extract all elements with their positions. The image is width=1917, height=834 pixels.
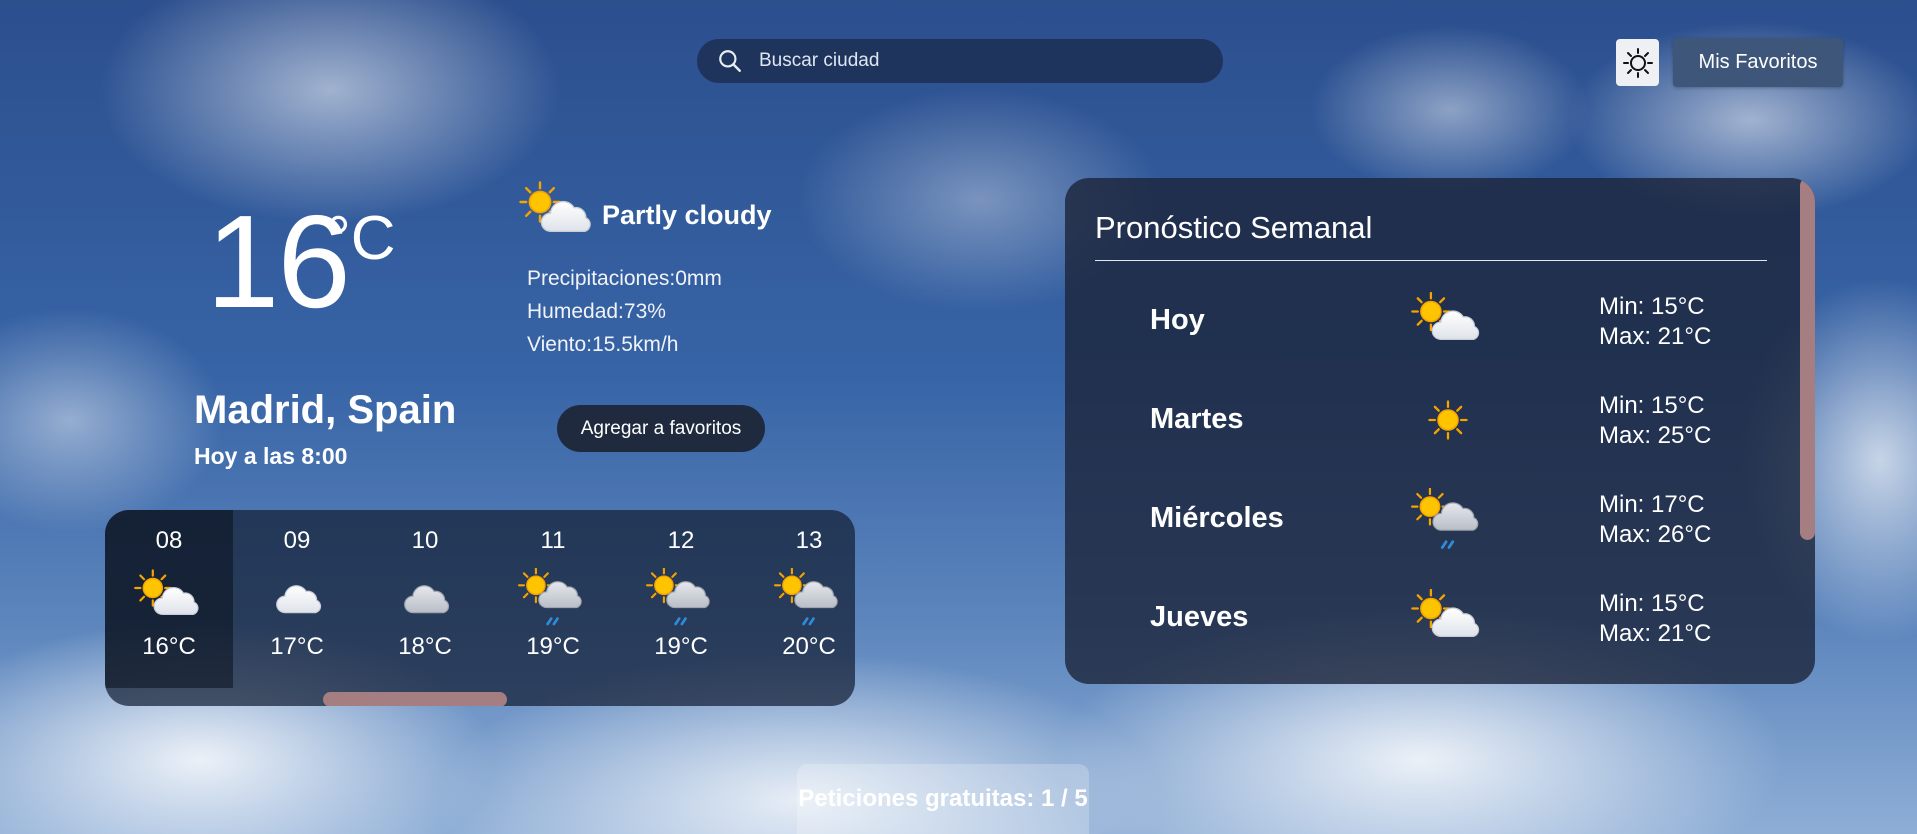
weekly-title: Pronóstico Semanal xyxy=(1095,210,1373,245)
day-min-max: Min: 15°C Max: 21°C xyxy=(1599,292,1711,352)
sun-icon xyxy=(1410,389,1486,456)
weekly-scrollbar-thumb[interactable] xyxy=(1800,178,1815,540)
search-icon xyxy=(719,50,741,72)
day-name: Martes xyxy=(1150,403,1244,435)
day-name: Miércoles xyxy=(1150,502,1284,534)
city-name: Madrid, Spain xyxy=(194,388,457,432)
hourly-item[interactable]: 10 18°C xyxy=(361,510,489,688)
patchy-rain-icon xyxy=(1410,487,1486,555)
add-favorite-button[interactable]: Agregar a favoritos xyxy=(557,405,765,452)
search-bar[interactable] xyxy=(697,39,1223,83)
day-min-max: Min: 15°C Max: 21°C xyxy=(1599,589,1711,649)
theme-toggle-button[interactable] xyxy=(1616,39,1659,86)
weekly-forecast[interactable]: Pronóstico Semanal Hoy Min: 15°C Max: 21°C… xyxy=(1065,178,1815,684)
hour-temperature: 19°C xyxy=(526,633,580,660)
day-name: Jueves xyxy=(1150,601,1249,633)
day-min: Min: 15°C xyxy=(1599,392,1705,419)
day-max: Max: 26°C xyxy=(1599,521,1712,548)
hour-label: 10 xyxy=(411,527,439,554)
partly-cloudy-icon xyxy=(518,180,598,249)
favorites-button[interactable]: Mis Favoritos xyxy=(1673,38,1843,87)
hour-temperature: 16°C xyxy=(142,633,196,660)
partly-cloudy-icon xyxy=(133,565,205,629)
day-min-max: Min: 17°C Max: 26°C xyxy=(1599,490,1711,550)
search-input[interactable] xyxy=(757,49,1181,73)
weekly-scrollbar[interactable] xyxy=(1800,178,1815,684)
hourly-item[interactable]: 12 19°C xyxy=(617,510,745,688)
cloud-icon xyxy=(261,565,333,629)
hour-label: 09 xyxy=(283,527,311,554)
day-row[interactable]: Hoy Min: 15°C Max: 21°C xyxy=(1065,278,1785,368)
hour-label: 12 xyxy=(667,527,695,554)
day-row[interactable]: Martes Min: 15°C Max: 25°C xyxy=(1065,377,1785,467)
day-min-max: Min: 15°C Max: 25°C xyxy=(1599,391,1711,451)
day-row[interactable]: Jueves Min: 15°C Max: 21°C xyxy=(1065,575,1785,665)
hourly-scrollbar[interactable] xyxy=(105,692,855,706)
hourly-item[interactable]: 08 16°C xyxy=(105,510,233,688)
hour-temperature: 17°C xyxy=(270,633,324,660)
day-name: Hoy xyxy=(1150,304,1205,336)
hour-label: 11 xyxy=(540,527,566,554)
hour-temperature: 20°C xyxy=(782,633,836,660)
hourly-forecast[interactable]: 08 16°C 09 17°C 10 18°C 11 19°C 12 19°C 13 20°C xyxy=(105,510,855,706)
patchy-rain-icon xyxy=(645,565,717,629)
patchy-rain-icon xyxy=(517,565,589,629)
day-max: Max: 21°C xyxy=(1599,620,1712,647)
divider xyxy=(1095,260,1767,261)
day-max: Max: 25°C xyxy=(1599,422,1712,449)
patchy-rain-icon xyxy=(773,565,845,629)
temperature-unit: °C xyxy=(326,204,396,273)
hour-label: 08 xyxy=(155,527,183,554)
hourly-item[interactable]: 13 20°C xyxy=(745,510,855,688)
condition-text: Partly cloudy xyxy=(602,200,772,230)
hour-temperature: 18°C xyxy=(398,633,452,660)
day-min: Min: 15°C xyxy=(1599,293,1705,320)
request-quota: Peticiones gratuitas: 1 / 5 xyxy=(797,764,1089,834)
hour-temperature: 19°C xyxy=(654,633,708,660)
humidity-text: Humedad:73% xyxy=(527,300,666,323)
sun-icon xyxy=(1622,47,1653,78)
hourly-item[interactable]: 11 19°C xyxy=(489,510,617,688)
hour-label: 13 xyxy=(795,527,823,554)
wind-text: Viento:15.5km/h xyxy=(527,333,679,356)
partly-cloudy-icon xyxy=(1410,587,1486,654)
precipitation-text: Precipitaciones:0mm xyxy=(527,267,722,290)
overcast-icon xyxy=(389,565,461,629)
partly-cloudy-icon xyxy=(1410,290,1486,357)
date-text: Hoy a las 8:00 xyxy=(194,443,348,469)
day-min: Min: 17°C xyxy=(1599,491,1705,518)
day-max: Max: 21°C xyxy=(1599,323,1712,350)
day-row[interactable]: Miércoles Min: 17°C Max: 26°C xyxy=(1065,476,1785,566)
day-min: Min: 15°C xyxy=(1599,590,1705,617)
hourly-scrollbar-thumb[interactable] xyxy=(323,692,507,706)
hourly-item[interactable]: 09 17°C xyxy=(233,510,361,688)
current-stats: Precipitaciones:0mm Humedad:73% Viento:1… xyxy=(527,262,722,361)
